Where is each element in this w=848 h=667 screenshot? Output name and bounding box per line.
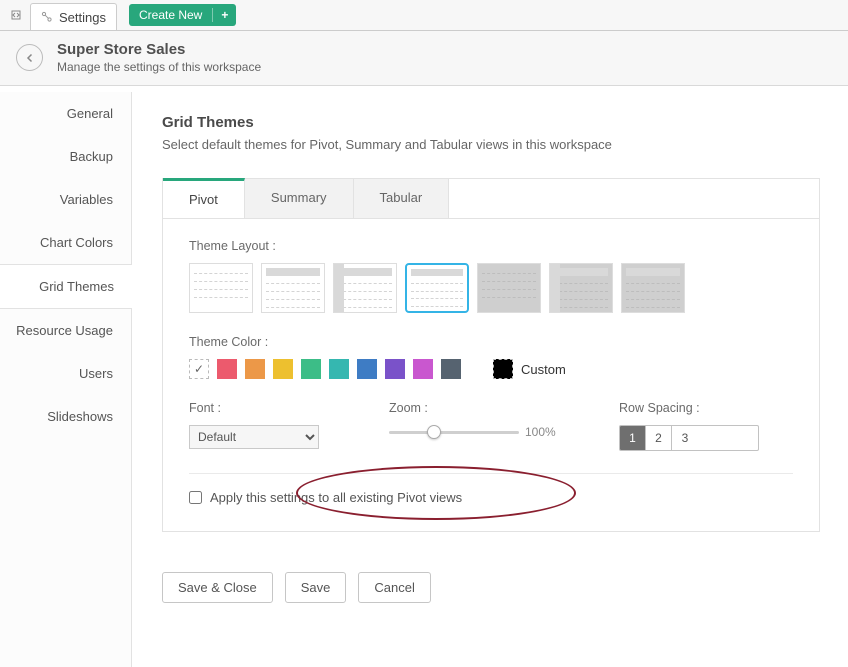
cancel-button[interactable]: Cancel bbox=[358, 572, 430, 603]
color-swatch-8[interactable] bbox=[413, 359, 433, 379]
sidebar-item-general[interactable]: General bbox=[0, 92, 131, 135]
tab-settings-label: Settings bbox=[59, 10, 106, 25]
create-new-button[interactable]: Create New + bbox=[129, 4, 236, 26]
back-button[interactable] bbox=[16, 44, 43, 71]
settings-icon bbox=[41, 11, 53, 23]
zoom-value: 100% bbox=[525, 425, 556, 439]
layout-tile-5[interactable] bbox=[549, 263, 613, 313]
layout-tile-2[interactable] bbox=[333, 263, 397, 313]
layout-tile-3[interactable] bbox=[405, 263, 469, 313]
tab-settings[interactable]: Settings bbox=[30, 3, 117, 30]
row-spacing-label: Row Spacing : bbox=[619, 401, 759, 415]
custom-color[interactable]: Custom bbox=[493, 359, 566, 379]
theme-layout-row bbox=[189, 263, 793, 313]
row-spacing-3[interactable]: 3 bbox=[672, 426, 698, 450]
create-new-label: Create New bbox=[129, 8, 212, 22]
color-swatch-2[interactable] bbox=[245, 359, 265, 379]
workspace-subtitle: Manage the settings of this workspace bbox=[57, 60, 261, 74]
panel-tabs: PivotSummaryTabular bbox=[163, 179, 819, 219]
color-swatch-5[interactable] bbox=[329, 359, 349, 379]
custom-color-label: Custom bbox=[521, 362, 566, 377]
collapse-icon[interactable] bbox=[6, 0, 26, 30]
apply-all-label: Apply this settings to all existing Pivo… bbox=[210, 490, 462, 505]
font-select[interactable]: Default bbox=[189, 425, 319, 449]
apply-all-checkbox[interactable] bbox=[189, 491, 202, 504]
layout-tile-0[interactable] bbox=[189, 263, 253, 313]
row-spacing-2[interactable]: 2 bbox=[646, 426, 672, 450]
color-swatch-6[interactable] bbox=[357, 359, 377, 379]
row-spacing-segmented: 123 bbox=[619, 425, 759, 451]
font-label: Font : bbox=[189, 401, 359, 415]
check-icon: ✓ bbox=[194, 362, 204, 376]
layout-tile-4[interactable] bbox=[477, 263, 541, 313]
create-new-plus-icon: + bbox=[212, 8, 236, 22]
panel-body: Theme Layout : Theme Color : ✓ Custom Fon… bbox=[163, 219, 819, 531]
zoom-label: Zoom : bbox=[389, 401, 589, 415]
sidebar-item-chart-colors[interactable]: Chart Colors bbox=[0, 221, 131, 264]
panel-tab-tabular[interactable]: Tabular bbox=[354, 179, 450, 218]
app-tabstrip: Settings Create New + bbox=[0, 0, 848, 31]
color-swatch-9[interactable] bbox=[441, 359, 461, 379]
sidebar-item-variables[interactable]: Variables bbox=[0, 178, 131, 221]
workspace-title: Super Store Sales bbox=[57, 41, 261, 58]
apply-all-row: Apply this settings to all existing Pivo… bbox=[189, 490, 793, 505]
panel-tab-summary[interactable]: Summary bbox=[245, 179, 354, 218]
footer-buttons: Save & Close Save Cancel bbox=[162, 572, 820, 603]
layout-tile-1[interactable] bbox=[261, 263, 325, 313]
theme-layout-label: Theme Layout : bbox=[189, 239, 793, 253]
color-swatch-1[interactable] bbox=[217, 359, 237, 379]
row-spacing-1[interactable]: 1 bbox=[620, 426, 646, 450]
color-swatch-4[interactable] bbox=[301, 359, 321, 379]
save-close-button[interactable]: Save & Close bbox=[162, 572, 273, 603]
sidebar-item-slideshows[interactable]: Slideshows bbox=[0, 395, 131, 438]
theme-color-label: Theme Color : bbox=[189, 335, 793, 349]
settings-sidebar: GeneralBackupVariablesChart ColorsGrid T… bbox=[0, 92, 132, 667]
sidebar-item-backup[interactable]: Backup bbox=[0, 135, 131, 178]
breadcrumb: Super Store Sales Manage the settings of… bbox=[0, 31, 848, 86]
section-title: Grid Themes bbox=[162, 114, 820, 131]
zoom-slider[interactable] bbox=[389, 431, 519, 434]
theme-color-row: ✓ Custom bbox=[189, 359, 793, 379]
save-button[interactable]: Save bbox=[285, 572, 347, 603]
panel-tab-pivot[interactable]: Pivot bbox=[163, 178, 245, 218]
zoom-slider-handle[interactable] bbox=[427, 425, 441, 439]
color-swatch-3[interactable] bbox=[273, 359, 293, 379]
color-swatch-7[interactable] bbox=[385, 359, 405, 379]
sidebar-item-users[interactable]: Users bbox=[0, 352, 131, 395]
layout-tile-6[interactable] bbox=[621, 263, 685, 313]
sidebar-item-grid-themes[interactable]: Grid Themes bbox=[0, 264, 132, 309]
settings-main: Grid Themes Select default themes for Pi… bbox=[132, 92, 848, 667]
grid-themes-panel: PivotSummaryTabular Theme Layout : Theme… bbox=[162, 178, 820, 532]
sidebar-item-resource-usage[interactable]: Resource Usage bbox=[0, 309, 131, 352]
section-desc: Select default themes for Pivot, Summary… bbox=[162, 137, 820, 152]
color-swatch-0[interactable]: ✓ bbox=[189, 359, 209, 379]
custom-color-swatch[interactable] bbox=[493, 359, 513, 379]
